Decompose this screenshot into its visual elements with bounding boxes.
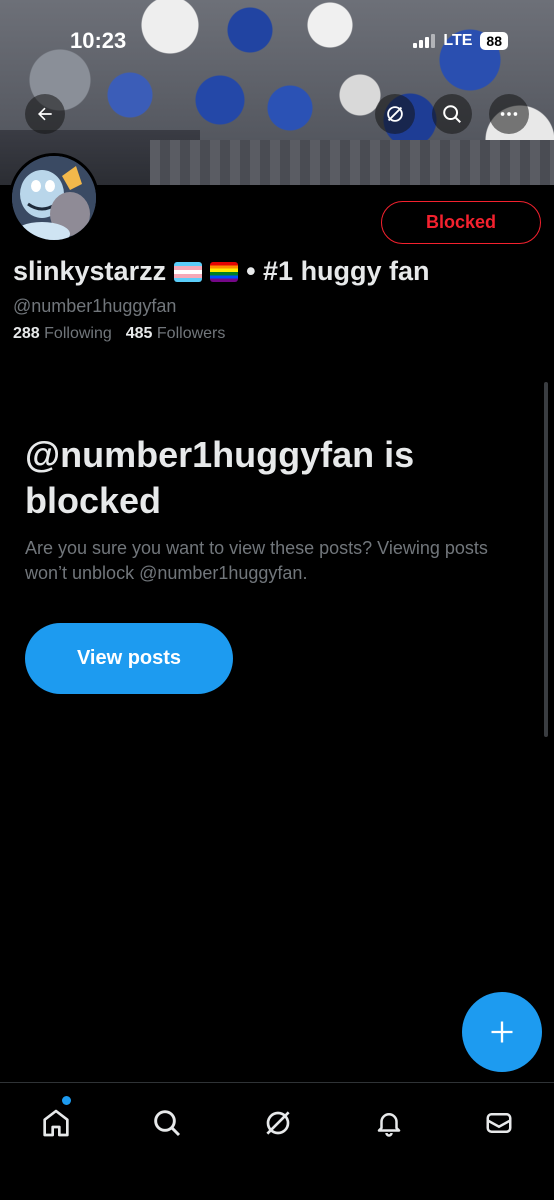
avatar-image bbox=[12, 156, 96, 240]
followers-label: Followers bbox=[156, 325, 226, 342]
profile-handle: @number1huggyfan bbox=[13, 296, 177, 316]
view-posts-button[interactable]: View posts bbox=[25, 623, 233, 694]
blocked-title: @number1huggyfan is blocked bbox=[25, 434, 415, 521]
nav-search[interactable] bbox=[147, 1103, 187, 1143]
back-button[interactable] bbox=[25, 94, 65, 134]
blocked-subtitle: Are you sure you want to view these post… bbox=[25, 538, 488, 583]
status-indicators: LTE 88 bbox=[413, 32, 508, 50]
followers-link[interactable]: 485 Followers bbox=[126, 325, 226, 343]
bell-icon bbox=[377, 1113, 401, 1137]
nav-messages[interactable] bbox=[479, 1103, 519, 1143]
status-time: 10:23 bbox=[70, 28, 127, 53]
display-name-row: slinkystarzz • #1 huggy fan bbox=[13, 256, 430, 287]
following-link[interactable]: 288 Following bbox=[13, 325, 112, 343]
blocked-button[interactable]: Blocked bbox=[381, 201, 541, 244]
avatar[interactable] bbox=[9, 153, 99, 243]
nav-grok[interactable] bbox=[258, 1103, 298, 1143]
search-icon bbox=[443, 105, 461, 123]
nav-notifications[interactable] bbox=[369, 1103, 409, 1143]
display-name: slinkystarzz bbox=[13, 256, 167, 286]
home-icon bbox=[43, 1109, 69, 1137]
battery-level: 88 bbox=[480, 32, 508, 50]
scrollbar[interactable] bbox=[544, 382, 548, 737]
grok-slash-icon bbox=[266, 1111, 290, 1135]
follow-stats: 288 Following 485 Followers bbox=[13, 325, 225, 343]
arrow-left-icon bbox=[38, 107, 52, 121]
network-type: LTE bbox=[443, 32, 473, 49]
plus-icon bbox=[491, 1021, 513, 1043]
more-button[interactable] bbox=[489, 94, 529, 134]
transgender-flag-icon bbox=[174, 261, 203, 282]
signal-icon bbox=[413, 34, 436, 48]
grok-button[interactable] bbox=[375, 94, 415, 134]
mail-icon bbox=[486, 1113, 512, 1133]
following-label: Following bbox=[44, 325, 112, 342]
compose-button[interactable] bbox=[462, 992, 542, 1072]
grok-slash-icon bbox=[387, 106, 403, 122]
home-notification-dot bbox=[62, 1096, 71, 1105]
search-button[interactable] bbox=[432, 94, 472, 134]
banner-couch bbox=[150, 140, 554, 185]
search-icon bbox=[154, 1110, 181, 1137]
more-horizontal-icon bbox=[500, 112, 518, 116]
following-count: 288 bbox=[13, 325, 40, 342]
bottom-nav bbox=[0, 1082, 554, 1200]
nav-home[interactable] bbox=[36, 1103, 76, 1143]
rainbow-flag-icon bbox=[210, 261, 239, 282]
display-name-suffix: • #1 huggy fan bbox=[246, 256, 430, 286]
followers-count: 485 bbox=[125, 325, 153, 342]
